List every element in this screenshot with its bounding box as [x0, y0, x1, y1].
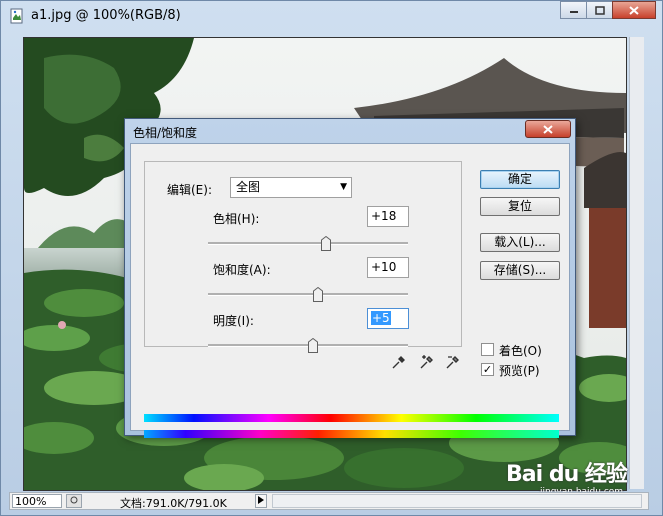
- hue-saturation-dialog: 色相/饱和度 编辑(E): 全图 ▼ 色相(H): +18 饱和度(A): +1…: [124, 118, 576, 438]
- saturation-input[interactable]: +10: [367, 257, 409, 278]
- dialog-close-button[interactable]: [525, 120, 571, 138]
- hue-input[interactable]: +18: [367, 206, 409, 227]
- document-info: 文档:791.0K/791.0K: [120, 497, 227, 510]
- edit-select[interactable]: 全图 ▼: [230, 177, 352, 198]
- status-menu-button[interactable]: [255, 494, 267, 508]
- lightness-value: +5: [371, 311, 391, 325]
- eyedropper-icon[interactable]: [391, 354, 407, 370]
- saturation-slider-thumb[interactable]: [313, 287, 323, 302]
- eyedropper-plus-icon[interactable]: [419, 354, 435, 370]
- options-icon: [70, 496, 78, 504]
- edit-select-value: 全图: [236, 180, 261, 194]
- ok-button[interactable]: 确定: [480, 170, 560, 189]
- hue-label: 色相(H):: [213, 212, 260, 226]
- saturation-slider-track[interactable]: [208, 293, 408, 296]
- hue-slider-thumb[interactable]: [321, 236, 331, 251]
- lightness-input[interactable]: +5: [367, 308, 409, 329]
- preview-label: 预览(P): [499, 364, 540, 378]
- edit-label: 编辑(E):: [167, 183, 212, 197]
- title-bar[interactable]: a1.jpg @ 100%(RGB/8): [1, 1, 662, 31]
- close-icon: [629, 5, 639, 15]
- zoom-field[interactable]: 100%: [12, 494, 62, 508]
- document-icon: [10, 8, 23, 24]
- eyedropper-minus-icon[interactable]: [445, 354, 461, 370]
- maximize-icon: [594, 5, 605, 15]
- close-button[interactable]: [612, 1, 656, 19]
- status-options-button[interactable]: [66, 494, 82, 508]
- minimize-button[interactable]: [560, 1, 587, 19]
- close-icon: [543, 124, 553, 134]
- watermark-brand: Bai du 经验: [506, 462, 628, 487]
- lightness-label: 明度(I):: [213, 314, 254, 328]
- load-button[interactable]: 载入(L)...: [480, 233, 560, 252]
- vertical-scrollbar[interactable]: [629, 37, 644, 489]
- colorize-checkbox[interactable]: [481, 343, 494, 356]
- chevron-down-icon: ▼: [340, 182, 347, 192]
- hue-slider-track[interactable]: [208, 242, 408, 245]
- colorize-label: 着色(O): [499, 344, 542, 358]
- window-title: a1.jpg @ 100%(RGB/8): [31, 8, 181, 23]
- status-bar: 100% 文档:791.0K/791.0K: [9, 492, 649, 510]
- lightness-slider-thumb[interactable]: [308, 338, 318, 353]
- horizontal-scrollbar[interactable]: [272, 494, 642, 508]
- minimize-icon: [569, 11, 578, 13]
- save-button[interactable]: 存储(S)...: [480, 261, 560, 280]
- saturation-label: 饱和度(A):: [213, 263, 271, 277]
- adjustment-group: 编辑(E): 全图 ▼ 色相(H): +18 饱和度(A): +10 明度(I)…: [144, 161, 462, 353]
- reset-button[interactable]: 复位: [480, 197, 560, 216]
- dialog-title: 色相/饱和度: [133, 126, 198, 140]
- preview-checkbox[interactable]: ✓: [481, 363, 494, 376]
- output-hue-spectrum: [144, 430, 559, 438]
- play-arrow-icon: [258, 496, 264, 504]
- maximize-button[interactable]: [586, 1, 613, 19]
- dialog-body: 编辑(E): 全图 ▼ 色相(H): +18 饱和度(A): +10 明度(I)…: [130, 143, 570, 438]
- input-hue-spectrum: [144, 414, 559, 422]
